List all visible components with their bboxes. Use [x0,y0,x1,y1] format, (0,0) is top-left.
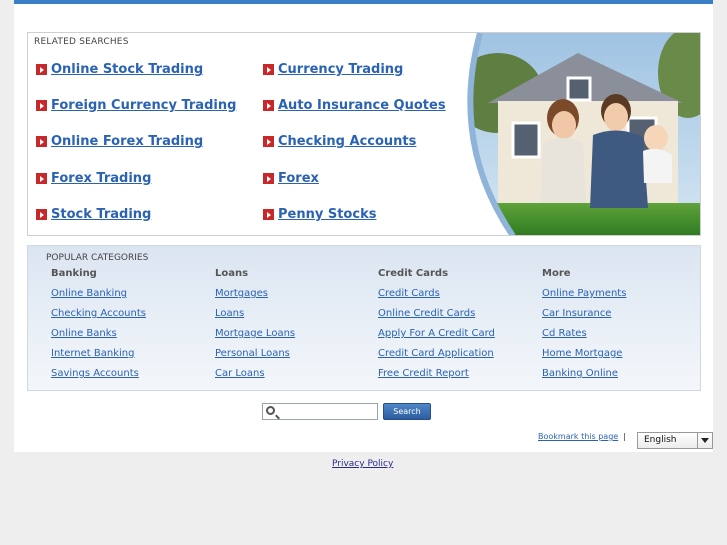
family-house-photo [458,33,700,235]
language-select[interactable]: English [637,432,713,449]
related-link-label: Auto Insurance Quotes [278,98,446,113]
related-link-label: Online Stock Trading [51,62,204,77]
category-column: Loans Mortgages Loans Mortgage Loans Per… [215,268,365,388]
arrow-right-icon [263,209,274,220]
related-link-label: Forex [278,171,319,186]
related-link-label: Forex Trading [51,171,152,186]
search-button[interactable]: Search [383,403,431,420]
category-column: Credit Cards Credit Cards Online Credit … [378,268,528,388]
category-link[interactable]: Online Banking [51,288,201,308]
category-heading: Banking [51,268,97,279]
related-link[interactable]: Forex [263,171,319,186]
related-link[interactable]: Penny Stocks [263,207,376,222]
category-link[interactable]: Savings Accounts [51,368,201,388]
arrow-right-icon [36,64,47,75]
category-link[interactable]: Mortgages [215,288,365,308]
related-link-label: Penny Stocks [278,207,377,222]
category-link[interactable]: Online Banks [51,328,201,348]
page-container: RELATED SEARCHES Online Stock Trading Fo… [14,0,713,452]
category-link[interactable]: Loans [215,308,365,328]
related-link-label: Currency Trading [278,62,404,77]
related-link[interactable]: Auto Insurance Quotes [263,98,446,113]
popular-categories-panel: POPULAR CATEGORIES Banking Online Bankin… [27,245,701,391]
category-heading: Credit Cards [378,268,449,279]
related-link[interactable]: Stock Trading [36,207,151,222]
category-link[interactable]: Credit Cards [378,288,528,308]
category-column: Banking Online Banking Checking Accounts… [51,268,201,388]
related-link[interactable]: Online Forex Trading [36,134,203,149]
category-link[interactable]: Personal Loans [215,348,365,368]
related-searches-title: RELATED SEARCHES [34,37,129,47]
category-link[interactable]: Car Insurance [542,308,692,328]
bookmark-link[interactable]: Bookmark this page [538,432,618,441]
related-link-label: Checking Accounts [278,134,417,149]
category-link[interactable]: Banking Online [542,368,692,388]
category-link[interactable]: Cd Rates [542,328,692,348]
arrow-right-icon [36,173,47,184]
category-link[interactable]: Mortgage Loans [215,328,365,348]
category-column: More Online Payments Car Insurance Cd Ra… [542,268,692,388]
category-link[interactable]: Home Mortgage [542,348,692,368]
arrow-right-icon [36,136,47,147]
category-link[interactable]: Car Loans [215,368,365,388]
chevron-down-icon[interactable] [697,433,712,448]
related-searches-panel: RELATED SEARCHES Online Stock Trading Fo… [27,32,701,236]
related-link-label: Online Forex Trading [51,134,204,149]
category-link[interactable]: Credit Card Application [378,348,528,368]
category-heading: More [542,268,571,279]
category-link[interactable]: Online Credit Cards [378,308,528,328]
popular-categories-title: POPULAR CATEGORIES [46,253,149,263]
search-icon [266,406,275,415]
category-link[interactable]: Internet Banking [51,348,201,368]
arrow-right-icon [263,64,274,75]
related-link[interactable]: Currency Trading [263,62,403,77]
arrow-right-icon [263,136,274,147]
category-link[interactable]: Checking Accounts [51,308,201,328]
search-input[interactable] [262,403,378,420]
category-link[interactable]: Apply For A Credit Card [378,328,528,348]
separator: | [623,432,626,441]
related-link[interactable]: Online Stock Trading [36,62,203,77]
family-house-illustration [458,33,700,235]
arrow-right-icon [36,100,47,111]
arrow-right-icon [263,100,274,111]
category-heading: Loans [215,268,249,279]
category-link[interactable]: Free Credit Report [378,368,528,388]
related-link[interactable]: Checking Accounts [263,134,416,149]
arrow-right-icon [36,209,47,220]
arrow-right-icon [263,173,274,184]
related-link[interactable]: Foreign Currency Trading [36,98,236,113]
category-link[interactable]: Online Payments [542,288,692,308]
related-link[interactable]: Forex Trading [36,171,151,186]
privacy-policy-link[interactable]: Privacy Policy [332,459,393,469]
related-link-label: Stock Trading [51,207,152,222]
language-value: English [644,435,677,445]
related-link-label: Foreign Currency Trading [51,98,237,113]
